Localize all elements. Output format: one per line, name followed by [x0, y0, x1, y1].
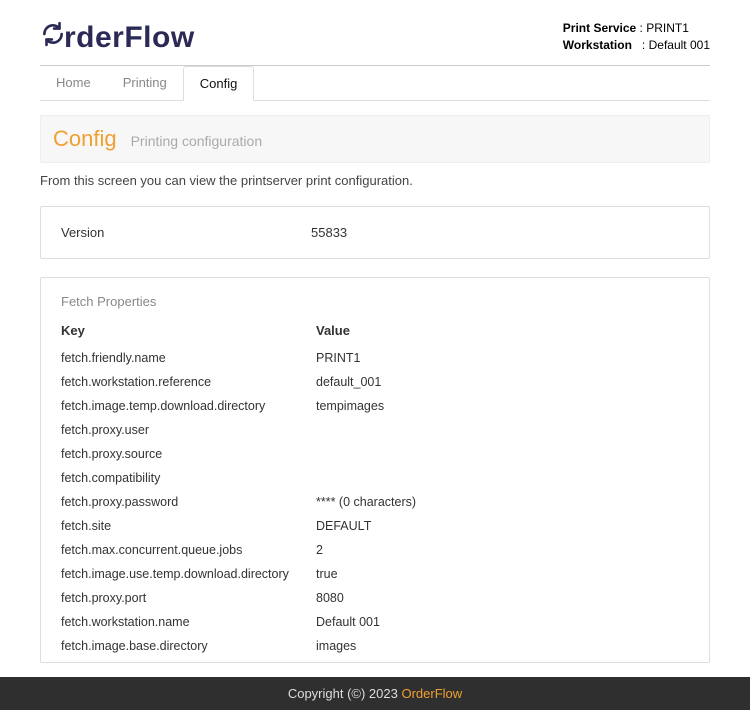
property-key: fetch.workstation.reference — [61, 375, 316, 389]
page-title: Config — [53, 126, 117, 152]
table-row: fetch.image.temp.download.directorytempi… — [61, 394, 689, 418]
property-key: fetch.proxy.user — [61, 423, 316, 437]
table-row: fetch.compatibility — [61, 466, 689, 490]
property-key: fetch.friendly.name — [61, 351, 316, 365]
footer-brand: OrderFlow — [401, 686, 462, 701]
table-row: fetch.workstation.nameDefault 001 — [61, 610, 689, 634]
logo: rderFlow — [40, 20, 195, 55]
key-header: Key — [61, 323, 316, 338]
version-value: 55833 — [311, 225, 347, 240]
print-service-label: Print Service — [563, 20, 636, 37]
table-row: fetch.proxy.port8080 — [61, 586, 689, 610]
footer: Copyright (©) 2023 OrderFlow — [0, 677, 750, 710]
version-label: Version — [61, 225, 311, 240]
property-key: fetch.image.use.temp.download.directory — [61, 567, 316, 581]
logo-text: rderFlow — [64, 21, 195, 54]
table-row: fetch.image.base.directoryimages — [61, 634, 689, 658]
table-row: fetch.proxy.source — [61, 442, 689, 466]
property-key: fetch.proxy.port — [61, 591, 316, 605]
property-value: **** (0 characters) — [316, 495, 416, 509]
property-value: true — [316, 567, 338, 581]
property-key: fetch.workstation.name — [61, 615, 316, 629]
table-row: fetch.image.use.temp.download.directoryt… — [61, 562, 689, 586]
table-row: fetch.max.concurrent.queue.jobs2 — [61, 538, 689, 562]
tabs: Home Printing Config — [40, 66, 710, 101]
property-key: fetch.proxy.source — [61, 447, 316, 461]
workstation-label: Workstation — [563, 37, 632, 54]
property-key: fetch.proxy.password — [61, 495, 316, 509]
property-value: Default 001 — [316, 615, 380, 629]
intro-text: From this screen you can view the prints… — [40, 173, 710, 188]
table-row: fetch.proxy.user — [61, 418, 689, 442]
copyright-text: Copyright (©) 2023 — [288, 686, 402, 701]
property-key: fetch.compatibility — [61, 471, 316, 485]
tab-printing[interactable]: Printing — [107, 66, 183, 100]
value-header: Value — [316, 323, 350, 338]
property-value: images — [316, 639, 356, 653]
table-row: fetch.friendly.namePRINT1 — [61, 346, 689, 370]
page-title-bar: Config Printing configuration — [40, 115, 710, 163]
table-row: fetch.workstation.referencedefault_001 — [61, 370, 689, 394]
header-info: Print Service : PRINT1 Workstation : Def… — [563, 20, 710, 54]
property-value: DEFAULT — [316, 519, 371, 533]
property-key: fetch.max.concurrent.queue.jobs — [61, 543, 316, 557]
version-box: Version 55833 — [40, 206, 710, 259]
property-value: tempimages — [316, 399, 384, 413]
property-value: default_001 — [316, 375, 381, 389]
fetch-properties-panel: Fetch Properties Key Value fetch.friendl… — [40, 277, 710, 663]
table-row: fetch.siteDEFAULT — [61, 514, 689, 538]
page-subtitle: Printing configuration — [131, 133, 263, 149]
property-key: fetch.site — [61, 519, 316, 533]
tab-home[interactable]: Home — [40, 66, 107, 100]
refresh-icon — [40, 21, 66, 55]
table-row: fetch.proxy.password**** (0 characters) — [61, 490, 689, 514]
property-value: PRINT1 — [316, 351, 360, 365]
property-value: 2 — [316, 543, 323, 557]
property-key: fetch.image.base.directory — [61, 639, 316, 653]
property-key: fetch.image.temp.download.directory — [61, 399, 316, 413]
property-value: 8080 — [316, 591, 344, 605]
fetch-section-title: Fetch Properties — [61, 294, 689, 309]
print-service-value: PRINT1 — [646, 21, 689, 35]
tab-config[interactable]: Config — [183, 66, 255, 101]
workstation-value: Default 001 — [649, 38, 710, 52]
